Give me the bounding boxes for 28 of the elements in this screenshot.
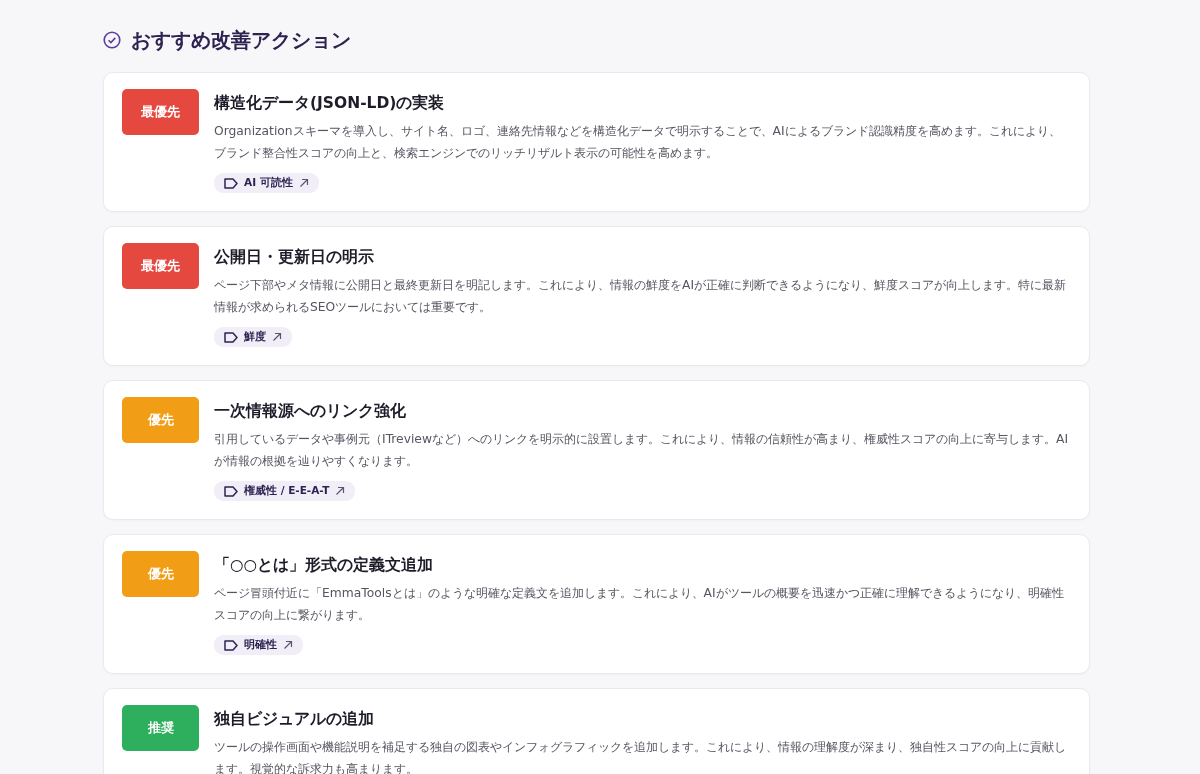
action-description: ページ冒頭付近に「EmmaToolsとは」のような明確な定義文を追加します。これにより、AIがツールの概要を迅速かつ正確に理解できるようになり、明確性スコアの向上に繋がります。 [214, 585, 1065, 624]
action-title: 「○○とは」形式の定義文追加 [214, 555, 435, 576]
priority-badge: 最優先 [122, 89, 199, 135]
action-description: ページ下部やメタ情報に公開日と最終更新日を明記します。これにより、情報の鮮度をAIが正確に判断できるようになり、鮮度スコアが向上します。特に最新情報が求められるSEOツールにおいては重要です。 [214, 277, 1068, 316]
tag-icon [224, 485, 238, 497]
action-description: Organizationスキーマを導入し、サイト名、ロゴ、連絡先情報などを構造化データで明示することで、AIによるブランド認識精度を高めます。これにより、ブランド整合性スコアの向上と、検索エンジンでのリッチリザルト表示の可能性を高めます。 [214, 123, 1062, 162]
priority-badge: 最優先 [122, 243, 199, 289]
priority-badge: 推奨 [122, 705, 199, 751]
external-link-icon [272, 332, 282, 342]
tag-icon [224, 177, 238, 189]
section-title: おすすめ改善アクション [131, 26, 351, 54]
priority-badge: 優先 [122, 551, 199, 597]
check-circle-icon [103, 31, 121, 49]
action-description: 引用しているデータや事例元（ITreviewなど）へのリンクを明示的に設置します。これにより、情報の信頼性が高まり、権威性スコアの向上に寄与します。AIが情報の根拠を辿りやすくなります。 [214, 431, 1070, 470]
external-link-icon [298, 178, 309, 188]
tag-link[interactable]: 鮮度 [214, 327, 292, 347]
priority-badge: 優先 [122, 397, 199, 443]
external-link-icon [283, 640, 293, 650]
action-title: 独自ビジュアルの追加 [214, 709, 375, 730]
tag-icon [224, 639, 238, 651]
tag-link[interactable]: AI 可読性 [214, 173, 319, 193]
tag-link[interactable]: 明確性 [214, 635, 303, 655]
tag-icon [224, 331, 238, 343]
tag-link[interactable]: 権威性 / E-E-A-T [214, 481, 356, 501]
action-title: 構造化データ(JSON-LD)の実装 [214, 93, 446, 114]
action-title: 公開日・更新日の明示 [214, 247, 375, 268]
external-link-icon [335, 486, 346, 496]
action-title: 一次情報源へのリンク強化 [214, 401, 407, 422]
